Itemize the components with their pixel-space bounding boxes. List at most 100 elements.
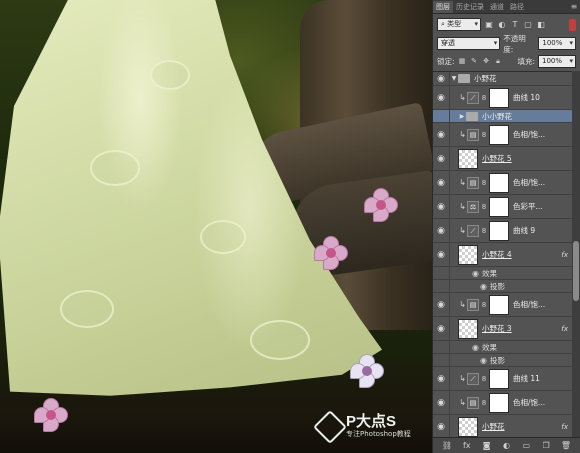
effect-visibility-icon[interactable]: ◉ <box>480 282 487 291</box>
add-style-icon[interactable]: fx <box>461 440 472 451</box>
layer-adjustment[interactable]: ◉ ↳ ⚖ 8 色彩平... <box>433 195 572 219</box>
visibility-eye-icon[interactable]: ◉ <box>433 195 450 218</box>
layer-mask-thumbnail[interactable] <box>489 294 509 315</box>
document-canvas[interactable]: P大点S 专注Photoshop教程 <box>0 0 432 453</box>
layer-pixel[interactable]: ◉ 小野花 fx <box>433 415 572 437</box>
lock-transparent-icon[interactable]: ▦ <box>458 57 467 66</box>
visibility-eye-icon[interactable]: ◉ <box>433 171 450 194</box>
layer-adjustment[interactable]: ◉ ↳ ⟋ 8 曲线 10 <box>433 86 572 110</box>
layer-adjustment[interactable]: ◉ ↳ ▤ 8 色相/饱... <box>433 293 572 317</box>
new-layer-icon[interactable]: ❐ <box>541 440 552 451</box>
fill-input[interactable]: 100% <box>538 55 576 68</box>
adjustment-filter-icon[interactable]: ◐ <box>497 20 507 30</box>
visibility-eye-icon[interactable]: ◉ <box>433 415 450 437</box>
filter-toggle[interactable] <box>569 18 576 31</box>
tab-paths[interactable]: 路径 <box>507 1 527 13</box>
expand-arrow-icon[interactable]: ▼ <box>450 75 458 82</box>
link-chain-icon[interactable]: 8 <box>481 375 487 383</box>
tab-channels[interactable]: 通道 <box>487 1 507 13</box>
layer-pixel[interactable]: ◉ 小野花 5 <box>433 147 572 171</box>
effects-row[interactable]: ◉ 效果 <box>433 267 572 280</box>
shape-filter-icon[interactable]: ▢ <box>523 20 533 30</box>
effect-visibility-icon[interactable]: ◉ <box>472 343 479 352</box>
layer-adjustment[interactable]: ◉ ↳ ▤ 8 色相/饱... <box>433 123 572 147</box>
wild-flower <box>314 236 348 270</box>
watermark-brand: P大点S <box>346 413 397 430</box>
layer-adjustment[interactable]: ◉ ↳ ⟋ 8 曲线 9 <box>433 219 572 243</box>
layer-mask-thumbnail[interactable] <box>489 392 509 413</box>
panel-menu-icon[interactable]: ≡ <box>568 1 580 13</box>
layer-thumbnail[interactable] <box>458 148 478 169</box>
visibility-eye-icon[interactable] <box>433 267 450 279</box>
layer-mask-thumbnail[interactable] <box>489 196 509 217</box>
link-chain-icon[interactable]: 8 <box>481 203 487 211</box>
link-chain-icon[interactable]: 8 <box>481 301 487 309</box>
image-filter-icon[interactable]: ▣ <box>484 20 494 30</box>
link-chain-icon[interactable]: 8 <box>481 179 487 187</box>
smart-object-filter-icon[interactable]: ◧ <box>536 20 546 30</box>
layer-subgroup-selected[interactable]: ▶ 小小野花 <box>433 110 572 123</box>
type-filter-icon[interactable]: T <box>510 20 520 30</box>
layer-pixel[interactable]: ◉ 小野花 3 fx <box>433 317 572 341</box>
scrollbar-thumb[interactable] <box>573 241 579 301</box>
layer-group[interactable]: ◉ ▼ 小野花 <box>433 72 572 86</box>
layer-mask-thumbnail[interactable] <box>489 124 509 145</box>
visibility-eye-icon[interactable] <box>433 280 450 292</box>
visibility-eye-icon[interactable]: ◉ <box>433 123 450 146</box>
visibility-eye-icon[interactable]: ◉ <box>433 72 450 85</box>
visibility-eye-icon[interactable]: ◉ <box>433 293 450 316</box>
visibility-eye-icon[interactable]: ◉ <box>433 367 450 390</box>
visibility-eye-icon[interactable] <box>433 341 450 353</box>
lock-paint-icon[interactable]: ✎ <box>470 57 479 66</box>
clip-arrow-icon: ↳ <box>459 93 466 102</box>
fx-badge[interactable]: fx <box>561 423 568 431</box>
layer-mask-thumbnail[interactable] <box>489 368 509 389</box>
adjustment-layer-icon[interactable]: ◐ <box>501 440 512 451</box>
add-mask-icon[interactable]: ◙ <box>481 440 492 451</box>
visibility-eye-icon[interactable]: ◉ <box>433 243 450 266</box>
layer-name: 色相/饱... <box>513 130 546 139</box>
visibility-eye-icon[interactable]: ◉ <box>433 219 450 242</box>
opacity-input[interactable]: 100% <box>538 37 576 50</box>
visibility-eye-icon[interactable]: ◉ <box>433 391 450 414</box>
lock-move-icon[interactable]: ✥ <box>482 57 491 66</box>
visibility-eye-icon[interactable] <box>433 110 450 122</box>
layers-scrollbar[interactable] <box>572 71 580 437</box>
fx-badge[interactable]: fx <box>561 251 568 259</box>
effects-row[interactable]: ◉ 效果 <box>433 341 572 354</box>
delete-layer-icon[interactable]: 🗑︎ <box>560 440 571 451</box>
link-chain-icon[interactable]: 8 <box>481 94 487 102</box>
effect-visibility-icon[interactable]: ◉ <box>472 269 479 278</box>
lock-all-icon[interactable]: 🔒︎ <box>494 57 503 66</box>
lock-label: 锁定: <box>437 57 455 66</box>
layer-mask-thumbnail[interactable] <box>489 172 509 193</box>
visibility-eye-icon[interactable] <box>433 354 450 366</box>
visibility-eye-icon[interactable]: ◉ <box>433 317 450 340</box>
layer-adjustment[interactable]: ◉ ↳ ▤ 8 色相/饱... <box>433 171 572 195</box>
layer-thumbnail[interactable] <box>458 244 478 265</box>
blend-mode-select[interactable]: 穿透 <box>437 37 501 50</box>
link-layers-icon[interactable]: ⛓ <box>441 440 452 451</box>
layer-thumbnail[interactable] <box>458 318 478 339</box>
effect-item[interactable]: ◉ 投影 <box>433 280 572 293</box>
layer-thumbnail[interactable] <box>458 416 478 437</box>
visibility-eye-icon[interactable]: ◉ <box>433 86 450 109</box>
effect-visibility-icon[interactable]: ◉ <box>480 356 487 365</box>
link-chain-icon[interactable]: 8 <box>481 131 487 139</box>
visibility-eye-icon[interactable]: ◉ <box>433 147 450 170</box>
expand-arrow-icon[interactable]: ▶ <box>458 113 466 120</box>
layer-adjustment[interactable]: ◉ ↳ ▤ 8 色相/饱... <box>433 391 572 415</box>
wild-flower <box>384 200 408 224</box>
effect-item[interactable]: ◉ 投影 <box>433 354 572 367</box>
layer-mask-thumbnail[interactable] <box>489 220 509 241</box>
tab-history[interactable]: 历史记录 <box>453 1 487 13</box>
layer-pixel[interactable]: ◉ 小野花 4 fx <box>433 243 572 267</box>
new-group-icon[interactable]: ▭ <box>521 440 532 451</box>
filter-kind-select[interactable]: ⌕ 类型 <box>437 18 481 31</box>
fx-badge[interactable]: fx <box>561 325 568 333</box>
layer-adjustment[interactable]: ◉ ↳ ⟋ 8 曲线 11 <box>433 367 572 391</box>
link-chain-icon[interactable]: 8 <box>481 227 487 235</box>
tab-layers[interactable]: 图层 <box>433 1 453 13</box>
link-chain-icon[interactable]: 8 <box>481 399 487 407</box>
layer-mask-thumbnail[interactable] <box>489 87 509 108</box>
